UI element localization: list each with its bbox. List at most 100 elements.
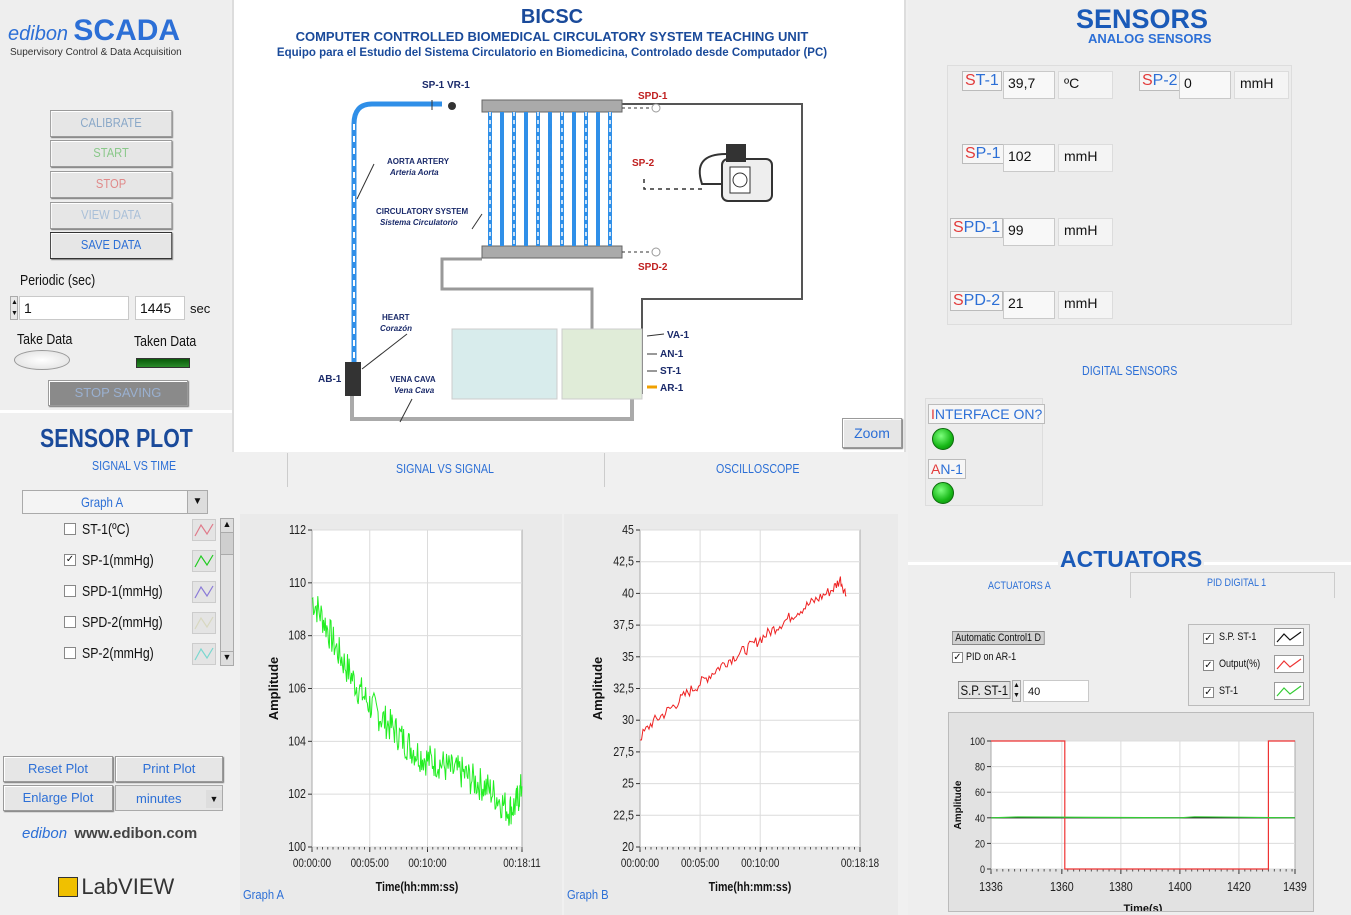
legend-sp-swatch (1274, 628, 1304, 646)
plot-area (990, 740, 1296, 870)
scroll-up-icon[interactable]: ▲ (221, 519, 233, 533)
analog-sensors-box (947, 65, 1292, 325)
label-sp1vr1: SP-1 VR-1 (422, 80, 470, 91)
channel-color-swatch[interactable] (192, 643, 216, 665)
interface-on-led (932, 428, 954, 450)
channel-color-swatch[interactable] (192, 581, 216, 603)
legend-sp-checkbox[interactable]: ✓ (1203, 633, 1214, 644)
legend-output-checkbox[interactable]: ✓ (1203, 660, 1214, 671)
print-plot-button[interactable]: Print Plot (115, 756, 223, 782)
y-tick-label: 32,5 (613, 680, 634, 695)
channel-checkbox[interactable]: ✓ (64, 554, 76, 566)
pid-checkbox[interactable]: ✓ (952, 652, 963, 663)
legend-st1-checkbox[interactable]: ✓ (1203, 687, 1214, 698)
scroll-down-icon[interactable]: ▼ (221, 651, 233, 665)
channel-checkbox[interactable] (64, 616, 76, 628)
diagram-subtitle: COMPUTER CONTROLLED BIOMEDICAL CIRCULATO… (295, 29, 809, 44)
x-tick-label: 00:10:00 (408, 857, 446, 870)
channel-checkbox[interactable] (64, 647, 76, 659)
heart-pump (345, 362, 361, 396)
enlarge-plot-button[interactable]: Enlarge Plot (3, 785, 113, 811)
tab-signal-vs-signal[interactable]: SIGNAL VS SIGNAL (396, 461, 494, 476)
sensor-spd2-label: SPD-2 (950, 291, 1004, 311)
tab-signal-vs-time[interactable]: SIGNAL VS TIME (92, 458, 176, 473)
channel-checkbox[interactable] (64, 585, 76, 597)
channel-row[interactable]: ✓ SP-1(mmHg) (60, 549, 220, 573)
channel-row[interactable]: SPD-1(mmHg) (60, 580, 220, 604)
calibrate-button[interactable]: CALIBRATE (50, 110, 173, 137)
channel-list: ST-1(ºC) ✓ SP-1(mmHg) SPD-1(mmHg) SPD-2(mmHg… (60, 518, 220, 668)
legend-sp-label: S.P. ST-1 (1219, 631, 1257, 643)
graph-a: 112 110 108 106 104 102 100 00:00:00 00:05:00 00:… (243, 522, 541, 902)
legend-output-label: Output(%) (1219, 658, 1261, 670)
stop-saving-button[interactable]: STOP SAVING (48, 380, 188, 406)
edibon-logo: edibon (22, 825, 68, 842)
y-tick-label: 80 (975, 762, 985, 774)
channel-scrollbar[interactable]: ▲ ▼ (220, 518, 234, 666)
x-tick-label: 1360 (1050, 879, 1074, 894)
take-data-toggle[interactable] (14, 350, 70, 370)
circulatory-diagram: SP-1 VR-1 SPD-1 SP-2 SPD-2 AORTA ARTERY … (318, 80, 803, 423)
sp-st1-input[interactable]: 40 (1023, 680, 1089, 702)
periodic-stepper[interactable]: ▲ ▼ (10, 296, 18, 320)
time-unit-select[interactable]: minutes ▼ (115, 785, 223, 811)
tab-actuators-a[interactable]: ACTUATORS A (988, 580, 1051, 592)
x-tick-label: 00:10:00 (741, 857, 779, 870)
app-subtitle: Supervisory Control & Data Acquisition (10, 47, 182, 58)
y-tick-label: 40 (975, 813, 985, 825)
reset-plot-button[interactable]: Reset Plot (3, 756, 113, 782)
channel-row[interactable]: ST-1(ºC) (60, 518, 220, 542)
chevron-down-icon: ▼ (206, 790, 222, 808)
start-button[interactable]: START (50, 140, 173, 167)
y-axis-label: Amplitude (266, 657, 281, 721)
label-an1: AN-1 (660, 349, 684, 360)
channel-color-swatch[interactable] (192, 612, 216, 634)
tab-oscilloscope[interactable]: OSCILLOSCOPE (716, 461, 800, 476)
sp-st1-stepper[interactable]: ▲ ▼ (1012, 680, 1021, 702)
channel-color-swatch[interactable] (192, 550, 216, 572)
y-tick-label: 60 (975, 787, 985, 799)
channel-label: SPD-2(mmHg) (82, 614, 163, 631)
view-data-button[interactable]: VIEW DATA (50, 202, 173, 229)
x-tick-label: 00:05:00 (681, 857, 719, 870)
graph-name-label: Graph A (243, 887, 285, 902)
separator (0, 410, 232, 413)
sensor-sp1-value: 102 (1003, 144, 1055, 172)
sensor-spd2-unit: mmH (1058, 291, 1113, 319)
label-circ: CIRCULATORY SYSTEM (376, 207, 468, 216)
taken-data-indicator (136, 358, 190, 368)
channel-row[interactable]: SP-2(mmHg) (60, 642, 220, 666)
periodic-input[interactable]: 1 (19, 296, 129, 320)
sensor-sp2-value: 0 (1179, 71, 1231, 99)
label-vena-es: Vena Cava (394, 386, 435, 395)
y-tick-label: 45 (622, 522, 634, 537)
graph-select[interactable]: Graph A ▼ (22, 490, 208, 514)
actuator-tab-bar (1130, 572, 1335, 598)
y-tick-label: 102 (288, 786, 306, 801)
pid-chart: 100 80 60 40 20 0 1336 1360 1380 1400 1420 1439 Time… (948, 712, 1314, 912)
label-ab1: AB-1 (318, 374, 342, 385)
x-tick-label: 1420 (1227, 879, 1251, 894)
take-data-label: Take Data (17, 331, 73, 348)
label-aorta: AORTA ARTERY (387, 157, 450, 166)
y-tick-label: 110 (289, 575, 306, 590)
y-tick-label: 104 (288, 733, 306, 748)
channel-color-swatch[interactable] (192, 519, 216, 541)
x-axis-label: Time(hh:mm:ss) (376, 879, 459, 894)
zoom-button[interactable]: Zoom (842, 418, 902, 448)
save-data-button[interactable]: SAVE DATA (50, 232, 173, 259)
channel-checkbox[interactable] (64, 523, 76, 535)
logo: edibon SCADA (8, 14, 180, 48)
channel-row[interactable]: SPD-2(mmHg) (60, 611, 220, 635)
x-tick-label: 00:18:11 (503, 857, 541, 870)
x-axis-label: Time(hh:mm:ss) (709, 879, 792, 894)
scroll-thumb[interactable] (221, 533, 233, 555)
y-axis-label: Amplitude (590, 657, 605, 721)
labview-logo: LabVIEW (58, 874, 174, 900)
elapsed-counter: 1445 (135, 296, 185, 320)
y-tick-label: 20 (622, 839, 634, 854)
interface-on-label: INTERFACE ON? (928, 404, 1046, 424)
sensor-spd1-label: SPD-1 (950, 218, 1004, 238)
graph-select-value: Graph A (81, 494, 124, 510)
stop-button[interactable]: STOP (50, 171, 173, 198)
